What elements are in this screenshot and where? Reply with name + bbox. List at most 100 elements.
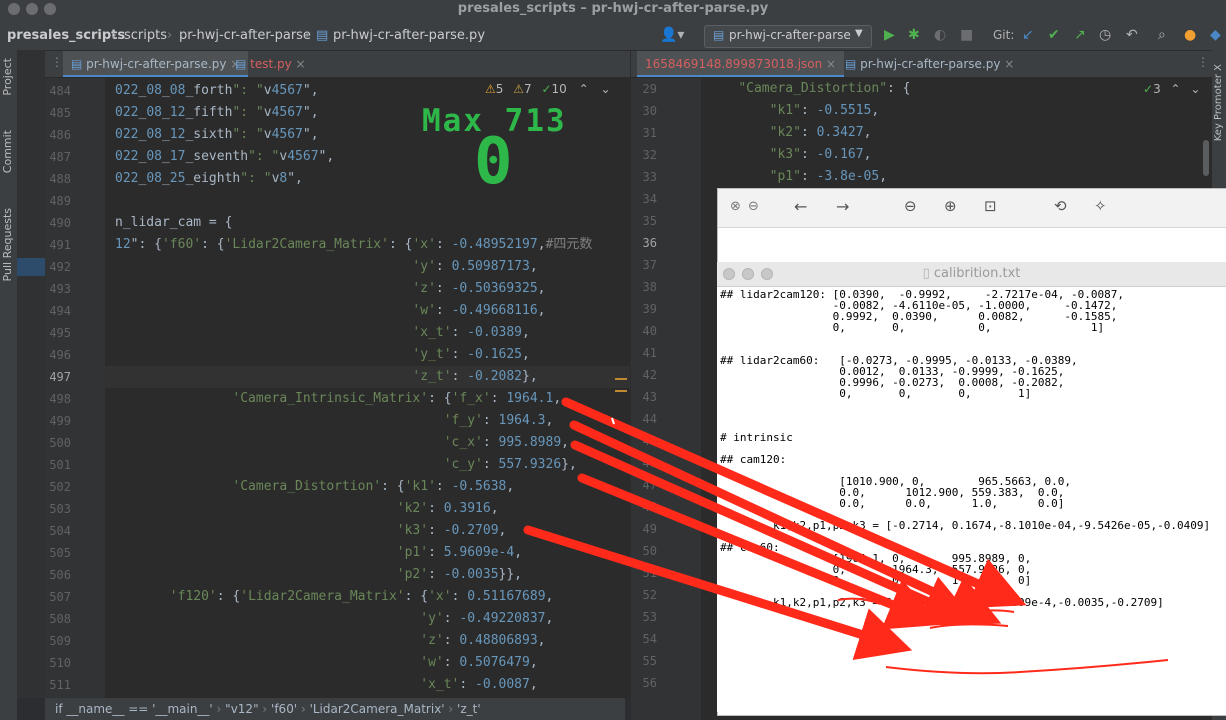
close-window-button[interactable] (723, 268, 735, 280)
code-line: 'y': 0.50987173, (412, 259, 538, 274)
text-window-title-bar: ▯ calibrition.txt (717, 262, 1226, 287)
rotate-icon[interactable]: ⟲ (1054, 197, 1067, 215)
tab-json-file[interactable]: 1658469148.899873018.json × (637, 51, 845, 77)
text-line (720, 421, 1210, 432)
minimize-window-button[interactable] (742, 268, 754, 280)
line-number: 491 (49, 238, 71, 252)
update-icon[interactable]: ● (1184, 27, 1196, 43)
python-file-icon: ▤ (845, 57, 861, 71)
left-tool-strip: Project Commit Pull Requests (0, 50, 17, 720)
stop-icon[interactable]: ■ (960, 27, 973, 43)
coverage-icon[interactable]: ◐ (934, 27, 946, 43)
forward-arrow-icon[interactable]: → (836, 197, 849, 216)
rollback-icon[interactable]: ↶ (1126, 27, 1138, 43)
line-number: 509 (49, 634, 71, 648)
push-icon[interactable]: ↗ (1074, 27, 1086, 43)
chevron-down-icon[interactable]: ⌄ (601, 82, 611, 96)
project-tool-button[interactable]: Project (1, 58, 14, 96)
check-icon: ✓ (541, 82, 552, 96)
run-icon[interactable]: ▶ (884, 27, 895, 43)
plugin-icon[interactable]: ◆ (1210, 27, 1221, 43)
ok-count: 10 (551, 82, 567, 96)
commit-tool-button[interactable]: Commit (1, 130, 14, 173)
user-icon[interactable]: 👤▾ (660, 27, 684, 43)
breadcrumb-item[interactable]: pr-hwj-cr-after-parse (179, 28, 311, 43)
inspection-widget[interactable]: ⚠5 ⚠7 ✓10 ⌃ ⌄ (485, 82, 611, 96)
zoom-out-icon[interactable]: ⊖ (904, 197, 917, 215)
line-number: 492 (49, 260, 71, 274)
breadcrumb-item[interactable]: 'Lidar2Camera_Matrix' (310, 702, 445, 716)
text-line (720, 333, 1210, 344)
left-code-editor[interactable]: 484 485 486 487 488 489 490 491 492 493 494 495 496 4… (45, 78, 630, 698)
tabs-menu-icon[interactable]: ⋮ (1197, 55, 1209, 69)
chevron-up-icon[interactable]: ⌃ (1171, 82, 1181, 96)
chevron-up-icon[interactable]: ⌃ (579, 82, 589, 96)
breadcrumb-item[interactable]: if __name__ == '__main__' (55, 702, 213, 716)
line-number: 485 (49, 106, 71, 120)
code-line: 'Camera_Distortion': {'k1': -0.5638, (232, 479, 515, 494)
line-number: 40 (642, 324, 657, 338)
window-title-bar: presales_scripts – pr-hwj-cr-after-parse… (0, 0, 1226, 22)
breadcrumb-item[interactable]: "v12" (225, 702, 258, 716)
zoom-window-button[interactable] (44, 3, 56, 15)
back-arrow-icon[interactable]: ← (794, 197, 807, 216)
close-circle-icon[interactable]: ⊗ (730, 199, 741, 214)
breadcrumb-folder[interactable]: scripts (124, 28, 167, 43)
commit-icon[interactable]: ✔ (1048, 27, 1060, 43)
key-promoter-tool-button[interactable]: Key Promoter X (1213, 64, 1224, 141)
fit-icon[interactable]: ⊡ (984, 197, 997, 215)
line-number: 32 (642, 148, 657, 162)
minimize-circle-icon[interactable]: ⊖ (748, 199, 759, 214)
line-number: 46 (642, 456, 657, 470)
debug-icon[interactable]: ✱ (908, 27, 920, 43)
run-configuration-select[interactable]: ▤ pr-hwj-cr-after-parse ▼ (704, 25, 872, 48)
close-window-button[interactable] (8, 3, 20, 15)
tab-test[interactable]: ▤ test.py × (227, 51, 314, 77)
tabs-menu-icon[interactable]: ⋮ (51, 55, 63, 69)
pull-requests-tool-button[interactable]: Pull Requests (1, 208, 14, 281)
right-editor-tab-bar: 1658469148.899873018.json × ▤ pr-hwj-cr-… (631, 51, 1212, 78)
line-number: 52 (642, 588, 657, 602)
text-line (720, 443, 1210, 454)
search-icon[interactable]: ⌕ (1158, 27, 1166, 43)
line-number: 51 (642, 566, 657, 580)
code-line: 'y': -0.49220837, (420, 611, 554, 626)
selected-tree-row[interactable] (17, 258, 45, 276)
scrollbar-thumb[interactable] (1203, 140, 1209, 176)
code-line: "k1": -0.5515, (769, 103, 880, 118)
zoom-in-icon[interactable]: ⊕ (944, 197, 957, 215)
chevron-down-icon: ▼ (855, 28, 863, 39)
line-number: 29 (642, 82, 657, 96)
breadcrumb-item[interactable]: 'f60' (271, 702, 297, 716)
inspection-widget[interactable]: ✓3 ⌃ ⌄ (1143, 82, 1200, 96)
zoom-window-button[interactable] (761, 268, 773, 280)
line-number: 498 (49, 392, 71, 406)
text-line: k1,k2,p1,p2,k3 = [-0.5638,0.3916,5.9609e… (720, 596, 1164, 609)
line-number: 506 (49, 568, 71, 582)
text-window-title: calibrition.txt (933, 266, 1021, 281)
breadcrumb-project[interactable]: presales_scripts (7, 28, 125, 43)
chevron-down-icon[interactable]: ⌄ (1190, 82, 1200, 96)
line-number: 42 (642, 368, 657, 382)
breadcrumb-item[interactable]: 'z_t' (457, 702, 481, 716)
chevron-right-icon: › (112, 28, 118, 43)
tab-pr-hwj-cr-after-parse-right[interactable]: ▤ pr-hwj-cr-after-parse.py × (837, 51, 1022, 77)
update-project-icon[interactable]: ↙ (1022, 27, 1034, 43)
line-number: 41 (642, 346, 657, 360)
history-icon[interactable]: ◷ (1099, 27, 1111, 43)
score-counter: 0 (474, 125, 513, 199)
text-file-icon: ▯ (922, 266, 934, 281)
tab-pr-hwj-cr-after-parse[interactable]: ▤ pr-hwj-cr-after-parse.py × (63, 51, 249, 77)
calibration-text-content[interactable]: ## lidar2cam120: [0.0390, -0.9992, -2.72… (720, 289, 1210, 608)
magic-wand-icon[interactable]: ✧ (1094, 197, 1107, 215)
text-line (720, 531, 1210, 542)
minimize-window-button[interactable] (26, 3, 38, 15)
code-line: 'z_t': -0.2082}, (412, 369, 538, 384)
chevron-right-icon: › (258, 702, 272, 716)
weak-warning-icon: ⚠ (513, 82, 524, 96)
text-line: k1,k2,p1,p2,k3 = [-0.2714, 0.1674,-8.101… (720, 519, 1211, 532)
python-file-icon: ▤ (71, 57, 87, 71)
breadcrumb-file[interactable]: pr-hwj-cr-after-parse.py (333, 28, 485, 43)
line-number: 502 (49, 480, 71, 494)
project-panel-edge (17, 50, 45, 698)
